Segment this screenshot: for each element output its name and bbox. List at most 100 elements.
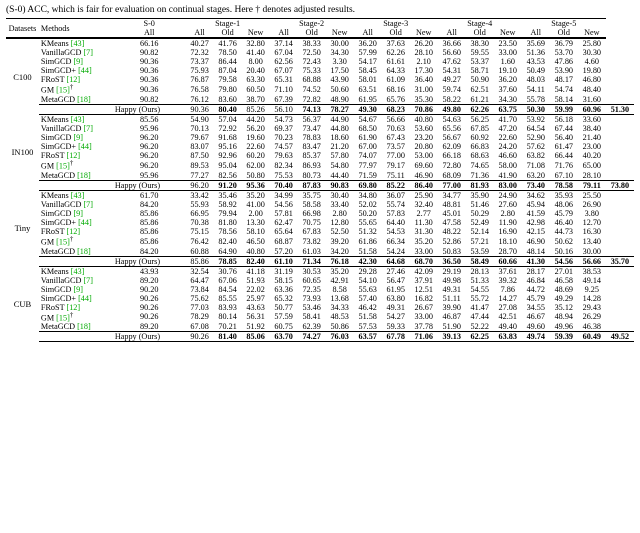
value-cell: 63.70 (270, 332, 298, 342)
value-cell: 50.20 (354, 209, 382, 218)
value-cell: 43.93 (113, 266, 186, 276)
value-cell: 47.62 (438, 57, 466, 66)
value-cell: 30.00 (578, 247, 606, 257)
citation-link[interactable]: [18] (77, 322, 91, 331)
value-cell: 21.40 (578, 133, 606, 142)
citation-link[interactable]: [7] (83, 200, 93, 209)
value-cell: 75.15 (186, 227, 214, 236)
citation-link[interactable]: [9] (73, 285, 83, 294)
method-name: MetaGCD [18] (39, 171, 113, 181)
value-cell: 35.75 (298, 190, 326, 200)
value-cell: 50.80 (242, 171, 270, 181)
value-cell: 67.78 (382, 332, 410, 342)
citation-link[interactable]: [9] (73, 209, 83, 218)
value-cell: 38.40 (578, 124, 606, 133)
citation-link[interactable]: [44] (78, 218, 92, 227)
value-cell: 48.03 (522, 75, 550, 84)
value-cell: 2.77 (410, 209, 438, 218)
value-cell: 57.40 (354, 294, 382, 303)
value-cell: 27.08 (494, 303, 522, 312)
citation-link[interactable]: [9] (73, 57, 83, 66)
value-cell: 34.33 (326, 303, 354, 312)
value-cell: 60.66 (494, 256, 522, 266)
value-cell: 45.79 (522, 294, 550, 303)
value-cell: 32.40 (410, 200, 438, 209)
value-cell: 55.93 (186, 200, 214, 209)
citation-link[interactable]: [18] (77, 247, 91, 256)
citation-link[interactable]: [7] (83, 276, 93, 285)
citation-link[interactable]: [18] (77, 95, 91, 104)
value-cell: 76.87 (186, 75, 214, 84)
citation-link[interactable]: [43] (71, 267, 85, 276)
value-cell: 46.90 (410, 171, 438, 181)
citation-link[interactable]: [43] (71, 191, 85, 200)
value-cell: 96.20 (113, 160, 186, 171)
value-cell: 82.34 (270, 160, 298, 171)
value-cell: 28.13 (466, 266, 494, 276)
citation-link[interactable]: [9] (73, 133, 83, 142)
value-cell: 33.00 (410, 247, 438, 257)
value-cell: 70.21 (214, 322, 242, 332)
value-cell: 90.26 (186, 332, 214, 342)
value-cell: 57.81 (270, 209, 298, 218)
citation-link[interactable]: [12] (66, 75, 80, 84)
value-cell: 36.20 (354, 39, 382, 49)
value-cell: 61.86 (354, 236, 382, 247)
value-cell: 60.96 (578, 105, 606, 115)
citation-link[interactable]: [12] (66, 151, 80, 160)
sub-old: Old (550, 28, 578, 38)
value-cell: 90.26 (113, 303, 186, 312)
dataset-name-spacer (39, 105, 113, 115)
value-cell: 71.34 (298, 256, 326, 266)
citation-link[interactable]: [15] (56, 162, 70, 171)
citation-link[interactable]: [43] (71, 39, 85, 48)
citation-link[interactable]: [15] (56, 238, 70, 247)
citation-link[interactable]: [12] (66, 227, 80, 236)
dataset-name-spacer (39, 256, 113, 266)
citation-link[interactable]: [15] (56, 86, 70, 95)
value-cell: 37.91 (410, 276, 438, 285)
value-cell: 60.50 (242, 84, 270, 95)
value-cell: 45.79 (550, 209, 578, 218)
citation-link[interactable]: [44] (78, 294, 92, 303)
value-cell: 8.00 (242, 57, 270, 66)
citation-link[interactable]: [7] (83, 48, 93, 57)
value-cell: 36.40 (410, 75, 438, 84)
value-cell: 70.40 (270, 180, 298, 190)
value-cell: 68.70 (410, 256, 438, 266)
value-cell: 65.76 (382, 95, 410, 105)
method-name: MetaGCD [18] (39, 247, 113, 257)
value-cell: 49.40 (494, 322, 522, 332)
value-cell: 44.40 (326, 171, 354, 181)
value-cell: 24.20 (494, 142, 522, 151)
value-cell: 71.06 (410, 332, 438, 342)
value-cell: 35.20 (326, 266, 354, 276)
value-cell: 61.47 (550, 142, 578, 151)
value-cell: 56.25 (466, 115, 494, 125)
sub-s0-all: All (113, 28, 186, 38)
citation-link[interactable]: [44] (78, 66, 92, 75)
value-cell: 12.80 (326, 218, 354, 227)
citation-link[interactable]: [44] (78, 142, 92, 151)
citation-link[interactable]: [12] (66, 303, 80, 312)
value-cell: 62.09 (438, 142, 466, 151)
citation-link[interactable]: [7] (83, 124, 93, 133)
value-cell: 51.33 (466, 276, 494, 285)
value-cell: 59.99 (550, 105, 578, 115)
citation-link[interactable]: [43] (71, 115, 85, 124)
value-cell: 44.73 (550, 227, 578, 236)
value-cell: 71.76 (550, 160, 578, 171)
value-cell: 74.57 (270, 142, 298, 151)
value-cell: 72.32 (186, 48, 214, 57)
citation-link[interactable]: [18] (77, 171, 91, 180)
value-cell: 36.79 (550, 39, 578, 49)
citation-link[interactable]: [15] (56, 313, 70, 322)
value-cell: 74.13 (298, 105, 326, 115)
table-row: SimGCD+ [44]85.8670.3881.8013.3062.4770.… (6, 218, 634, 227)
value-cell: 67.83 (298, 227, 326, 236)
value-cell: 50.60 (326, 84, 354, 95)
value-cell: 44.80 (326, 124, 354, 133)
value-cell: 57.59 (270, 312, 298, 323)
value-cell: 62.56 (270, 57, 298, 66)
value-cell: 62.39 (298, 322, 326, 332)
